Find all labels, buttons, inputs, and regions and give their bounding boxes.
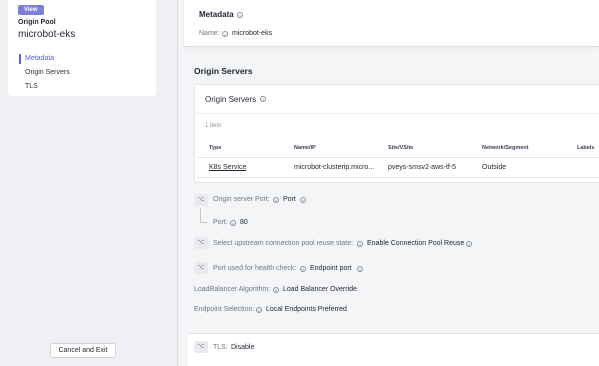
pool-name: microbot-eks	[18, 29, 76, 40]
name-label: Name:	[199, 30, 220, 37]
info-icon: i	[222, 31, 228, 37]
server-name: microbot-clusterip.micro...	[294, 164, 375, 171]
port-label: Port:	[213, 219, 228, 226]
info-icon: i	[273, 197, 279, 203]
nav-item-tls[interactable]: TLS	[19, 80, 149, 94]
table-header: Type Name/IP Site/VSite Network/Segment …	[198, 141, 599, 155]
server-network: Outside	[482, 164, 507, 171]
metadata-title: Metadata	[199, 10, 234, 19]
metadata-card: Metadata i Name: i microbot-eks	[184, 0, 599, 47]
view-badge: View	[18, 5, 44, 15]
endpoint-selection-label: Endpoint Selection:	[194, 306, 255, 313]
column-header-network: Network/Segment	[482, 145, 529, 151]
server-site: pveys-smsv2-aws-tf-5	[388, 164, 457, 171]
origin-port-label: Origin server Port:	[213, 196, 270, 203]
info-icon: i	[260, 96, 266, 102]
choice-icon: ⌥	[194, 341, 208, 353]
divider	[195, 113, 599, 114]
choice-icon: ⌥	[194, 237, 208, 249]
table-row[interactable]: K8s Service microbot-clusterip.micro... …	[197, 157, 599, 178]
info-icon: i	[273, 287, 279, 293]
tree-connector	[200, 208, 207, 223]
info-icon: i	[237, 12, 243, 18]
lb-algorithm-label: LoadBalancer Algorithm:	[194, 286, 271, 293]
info-icon: i	[300, 197, 306, 203]
pool-type-label: Origin Pool	[18, 19, 56, 26]
origin-servers-card-title: Origin Servers	[205, 95, 257, 104]
info-icon: i	[300, 266, 306, 272]
column-header-name-ip: Name/IP	[294, 145, 316, 151]
server-type-link[interactable]: K8s Service	[209, 164, 246, 171]
tls-value: Disable	[231, 344, 255, 351]
nav-item-metadata[interactable]: Metadata	[19, 52, 149, 66]
info-icon: i	[357, 241, 363, 247]
left-sidebar: View Origin Pool microbot-eks Metadata O…	[0, 0, 178, 366]
health-check-value: Endpoint port	[310, 265, 352, 272]
column-header-type: Type	[209, 145, 222, 151]
cancel-and-exit-button[interactable]: Cancel and Exit	[50, 343, 116, 358]
name-value: microbot-eks	[232, 30, 273, 37]
info-icon: i	[357, 266, 363, 272]
choice-icon: ⌥	[194, 194, 208, 206]
info-icon: i	[230, 220, 236, 226]
section-nav: Metadata Origin Servers TLS	[19, 52, 149, 94]
column-header-site: Site/VSite	[388, 145, 414, 151]
choice-icon: ⌥	[194, 262, 208, 274]
lb-algorithm-value: Load Balancer Override	[283, 286, 357, 293]
endpoint-selection-value: Local Endpoints Preferred	[266, 306, 347, 313]
port-value: 80	[240, 219, 248, 226]
info-icon: i	[256, 307, 262, 313]
health-check-label: Port used for health check:	[213, 265, 297, 272]
tls-label: TLS:	[213, 344, 228, 351]
pool-reuse-label: Select upstream connection pool reuse st…	[213, 240, 354, 247]
origin-port-value: Port	[283, 196, 296, 203]
pool-reuse-value: Enable Connection Pool Reuse	[367, 240, 465, 247]
info-icon: i	[466, 241, 472, 247]
item-count: 1 item	[205, 123, 222, 129]
column-header-labels: Labels	[577, 145, 595, 151]
nav-item-origin-servers[interactable]: Origin Servers	[19, 66, 149, 80]
origin-servers-section-title: Origin Servers	[194, 66, 253, 76]
